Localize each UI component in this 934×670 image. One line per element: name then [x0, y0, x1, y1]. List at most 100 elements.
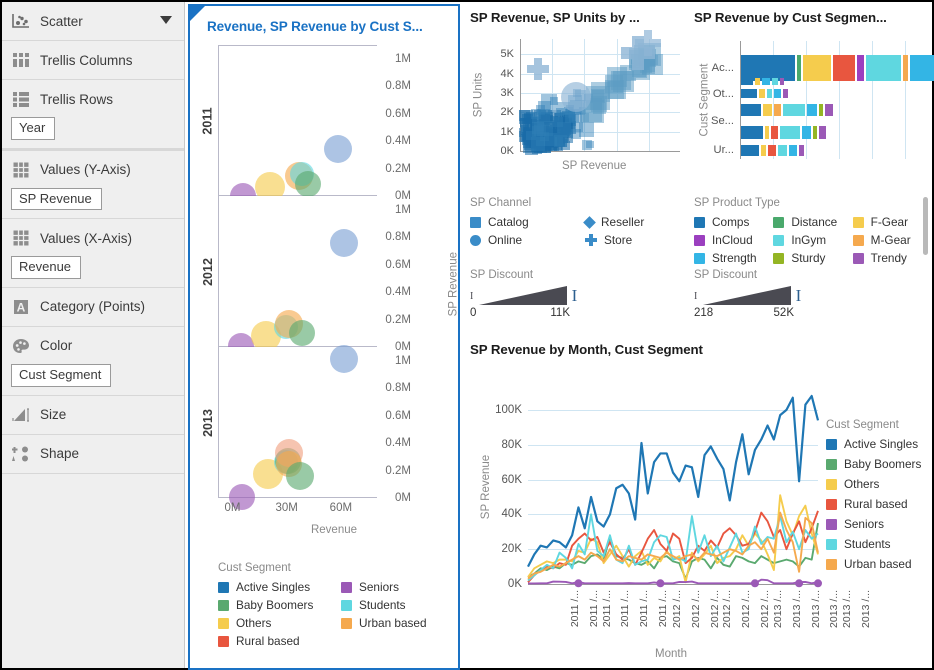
legend-item[interactable]: Online [470, 233, 579, 247]
legend-item[interactable]: Urban based [826, 557, 921, 571]
slider-min-handle[interactable]: I [694, 292, 701, 302]
legend-item[interactable]: Rural based [218, 634, 335, 648]
scatter-marker[interactable] [518, 110, 530, 122]
legend-item[interactable]: Reseller [583, 215, 694, 229]
legend-item[interactable]: Baby Boomers [218, 598, 335, 612]
scatter-marker[interactable] [530, 109, 541, 120]
bar-segment[interactable] [741, 126, 763, 139]
legend-item[interactable]: Distance [773, 215, 846, 229]
legend-item[interactable]: F-Gear [852, 215, 926, 229]
scatter-marker[interactable] [613, 70, 635, 92]
field-chip-year[interactable]: Year [11, 117, 56, 140]
legend-scrollbar[interactable] [923, 197, 928, 255]
shelf-trellis-columns[interactable]: Trellis Columns [2, 41, 184, 80]
bar-segment[interactable] [813, 126, 817, 139]
legend-item[interactable]: Trendy [852, 251, 926, 265]
field-chip-sp-revenue[interactable]: SP Revenue [11, 187, 102, 211]
shelf-shape[interactable]: Shape [2, 435, 184, 474]
chart-type-selector[interactable]: Scatter [2, 2, 184, 41]
scatter-point[interactable] [329, 228, 358, 257]
chevron-down-icon[interactable] [160, 16, 172, 24]
legend-item[interactable]: InCloud [694, 233, 767, 247]
bar-segment[interactable] [767, 89, 772, 98]
bar-segment[interactable] [780, 126, 800, 139]
slider-track[interactable]: I I [694, 286, 801, 305]
scatter-marker[interactable] [540, 93, 557, 110]
bar-segment[interactable] [762, 78, 770, 85]
sp-revenue-segment-cell[interactable]: SP Revenue by Cust Segmen... Cust Segmen… [694, 10, 934, 265]
bar-segment[interactable] [903, 55, 908, 81]
shelf-trellis-rows[interactable]: Trellis Rows Year [2, 80, 184, 151]
scatter-point[interactable] [324, 134, 353, 163]
scatter-marker[interactable] [591, 88, 605, 103]
legend-item[interactable]: Rural based [826, 497, 921, 511]
legend-item[interactable]: Sturdy [773, 251, 846, 265]
bar-segment[interactable] [765, 126, 769, 139]
bar-segment[interactable] [761, 145, 766, 156]
legend-item[interactable]: Baby Boomers [826, 457, 921, 471]
bar-segment[interactable] [774, 104, 781, 116]
bar-segment[interactable] [789, 145, 797, 156]
legend-item[interactable]: Active Singles [218, 580, 335, 594]
data-point-marker[interactable] [574, 579, 583, 588]
bar-segment[interactable] [778, 145, 787, 156]
scatter-point[interactable] [294, 170, 321, 197]
bar-segment[interactable] [741, 78, 753, 85]
bar-segment[interactable] [799, 145, 804, 156]
line-series[interactable] [527, 394, 820, 568]
scatter-marker[interactable] [527, 58, 549, 80]
bar-segment[interactable] [802, 126, 811, 139]
sp-revenue-month-cell[interactable]: SP Revenue by Month, Cust Segment SP Rev… [470, 342, 926, 660]
bar-segment[interactable] [780, 78, 784, 85]
legend-item[interactable]: Active Singles [826, 437, 921, 451]
scatter-point[interactable] [289, 320, 316, 347]
bar-segment[interactable] [774, 89, 781, 98]
line-series[interactable] [528, 578, 819, 585]
legend-item[interactable]: Catalog [470, 215, 579, 229]
legend-item[interactable]: Urban based [341, 616, 458, 630]
data-point-marker[interactable] [814, 579, 822, 588]
scatter-marker[interactable] [536, 137, 545, 146]
slider-max-handle[interactable]: I [794, 286, 803, 306]
bar-segment[interactable] [825, 104, 833, 116]
bar-segment[interactable] [783, 89, 788, 98]
bar-segment[interactable] [763, 104, 772, 116]
bar-segment[interactable] [741, 145, 759, 156]
sp-discount-slider-right[interactable]: SP Discount I I 218 52K [694, 269, 801, 319]
legend-item[interactable]: Seniors [341, 580, 458, 594]
bar-segment[interactable] [755, 78, 760, 85]
legend-item[interactable]: Others [218, 616, 335, 630]
bar-segment[interactable] [910, 55, 934, 81]
scatter-marker[interactable] [635, 30, 661, 56]
scatter-marker[interactable] [582, 139, 592, 150]
bar-segment[interactable] [768, 145, 776, 156]
bar-segment[interactable] [741, 89, 757, 98]
slider-min-handle[interactable]: I [470, 292, 477, 302]
sp-units-scatter-cell[interactable]: SP Revenue, SP Units by ... SP Units 0K 1K… [470, 10, 694, 247]
data-point-marker[interactable] [750, 579, 759, 588]
data-point-marker[interactable] [795, 579, 804, 588]
shelf-color[interactable]: Color Cust Segment [2, 327, 184, 396]
legend-item[interactable]: Store [585, 233, 694, 247]
bar-segment[interactable] [819, 104, 823, 116]
bar-segment[interactable] [807, 104, 817, 116]
legend-item[interactable]: Students [341, 598, 458, 612]
bar-segment[interactable] [866, 55, 901, 81]
scatter-marker[interactable] [552, 116, 564, 128]
bar-segment[interactable] [741, 104, 761, 116]
legend-item[interactable]: Students [826, 537, 921, 551]
data-point-marker[interactable] [656, 579, 665, 588]
legend-item[interactable]: Others [826, 477, 921, 491]
bar-segment[interactable] [857, 55, 864, 81]
shelf-values-y[interactable]: Values (Y-Axis) SP Revenue [2, 151, 184, 220]
scatter-point[interactable] [286, 462, 315, 491]
legend-item[interactable]: Strength [694, 251, 767, 265]
shelf-category-points[interactable]: A Category (Points) [2, 288, 184, 327]
sp-discount-slider-left[interactable]: SP Discount I I 0 11K [470, 269, 577, 319]
legend-item[interactable]: Seniors [826, 517, 921, 531]
bar-segment[interactable] [783, 104, 805, 116]
legend-item[interactable]: InGym [773, 233, 846, 247]
bar-segment[interactable] [803, 55, 831, 81]
shelf-values-x[interactable]: Values (X-Axis) Revenue [2, 219, 184, 288]
scatter-marker[interactable] [570, 129, 581, 140]
